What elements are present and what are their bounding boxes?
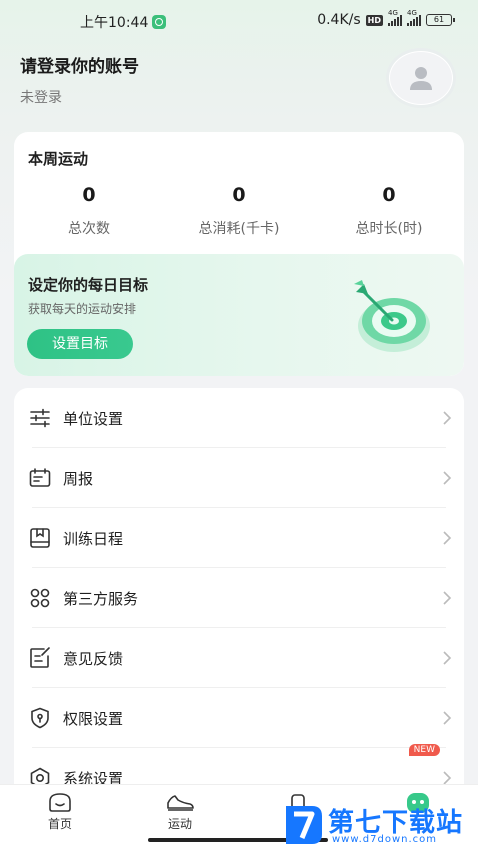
menu-label: 训练日程: [63, 529, 124, 548]
site-watermark: 第七下载站 www.d7down.com: [282, 800, 478, 850]
menu-item-feedback[interactable]: 意见反馈: [14, 628, 464, 688]
stat-total-calories: 0 总消耗(千卡): [164, 184, 314, 238]
login-status: 未登录: [20, 90, 62, 106]
stat-total-count: 0 总次数: [14, 184, 164, 238]
nav-sport[interactable]: 运动: [150, 791, 210, 832]
calendar-icon: [29, 468, 51, 487]
set-goal-button[interactable]: 设置目标: [27, 329, 133, 359]
weekly-title: 本周运动: [28, 150, 89, 168]
stat-label: 总次数: [68, 221, 110, 237]
grid-icon: [30, 588, 50, 608]
schedule-icon: [30, 528, 50, 548]
stat-value: 0: [82, 184, 96, 206]
chevron-right-icon: [443, 591, 452, 605]
settings-menu: 单位设置 周报 训练日程 第三方服务 意见反馈 权限设置 系统设置 NEW: [14, 388, 464, 788]
menu-label: 周报: [63, 469, 94, 488]
stat-label: 总消耗(千卡): [198, 221, 280, 237]
login-prompt[interactable]: 请登录你的账号 未登录: [20, 52, 139, 107]
signal-icon: 4G: [388, 9, 402, 26]
menu-item-unit-settings[interactable]: 单位设置: [14, 388, 464, 448]
battery-icon: 61: [426, 14, 455, 26]
sneaker-icon: [167, 795, 194, 811]
menu-item-permissions[interactable]: 权限设置: [14, 688, 464, 748]
login-title[interactable]: 请登录你的账号: [20, 52, 139, 77]
menu-label: 权限设置: [63, 709, 124, 728]
watermark-logo-icon: [286, 806, 322, 844]
stat-value: 0: [382, 184, 396, 206]
nav-home[interactable]: 首页: [30, 791, 90, 832]
hd-badge: HD: [365, 14, 383, 26]
signal-icon-2: 4G: [407, 9, 421, 26]
menu-label: 第三方服务: [63, 589, 139, 608]
watermark-url: www.d7down.com: [332, 834, 438, 845]
menu-label: 单位设置: [63, 409, 124, 428]
daily-goal-banner[interactable]: 设定你的每日目标 获取每天的运动安排 设置目标: [14, 254, 464, 376]
menu-item-third-party[interactable]: 第三方服务: [14, 568, 464, 628]
stat-total-duration: 0 总时长(时): [314, 184, 464, 238]
chevron-right-icon: [443, 411, 452, 425]
signal-label-2: 4G: [407, 8, 417, 17]
network-speed: 0.4K/s: [317, 12, 361, 28]
menu-item-training-schedule[interactable]: 训练日程: [14, 508, 464, 568]
stat-value: 0: [232, 184, 246, 206]
stat-label: 总时长(时): [355, 221, 423, 237]
signal-label: 4G: [388, 8, 398, 17]
chevron-right-icon: [443, 471, 452, 485]
app-notification-icon: [152, 15, 167, 29]
avatar[interactable]: [386, 48, 456, 108]
new-badge: NEW: [408, 744, 440, 756]
menu-item-weekly-report[interactable]: 周报: [14, 448, 464, 508]
status-bar: 上午10:44 0.4K/s HD 4G 4G 61: [0, 0, 478, 40]
weekly-stats-card: 本周运动 0 总次数 0 总消耗(千卡) 0 总时长(时) 设定你的每日目标 获…: [14, 132, 464, 376]
sliders-icon: [30, 408, 50, 428]
home-icon: [49, 793, 71, 812]
menu-item-system-settings[interactable]: 系统设置 NEW: [14, 744, 464, 788]
goal-title: 设定你的每日目标: [28, 276, 149, 294]
nav-sport-label: 运动: [167, 817, 192, 831]
chevron-right-icon: [443, 531, 452, 545]
nav-home-label: 首页: [47, 817, 72, 831]
shield-icon: [31, 707, 49, 729]
status-time-group: 上午10:44: [80, 12, 167, 32]
target-icon: [354, 280, 430, 352]
chevron-right-icon: [443, 651, 452, 665]
chevron-right-icon: [443, 711, 452, 725]
goal-subtitle: 获取每天的运动安排: [28, 302, 137, 316]
user-icon: [390, 52, 452, 104]
status-time: 上午10:44: [80, 15, 149, 31]
status-indicators: 0.4K/s HD 4G 4G 61: [317, 9, 455, 28]
feedback-icon: [30, 647, 50, 668]
menu-label: 意见反馈: [63, 649, 124, 668]
